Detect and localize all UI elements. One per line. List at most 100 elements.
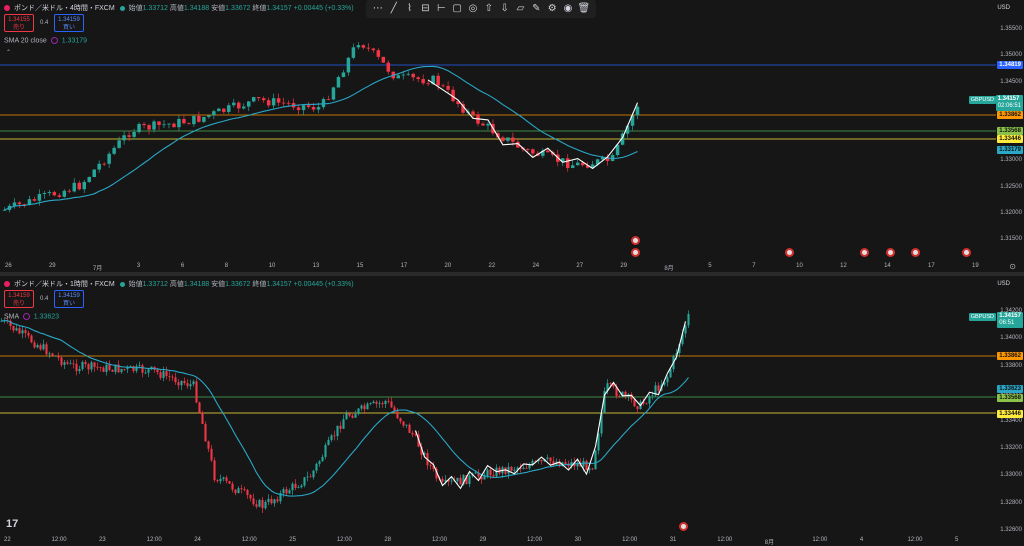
time-tick-label: 12:00 xyxy=(431,537,447,543)
high-label: 高値 xyxy=(169,281,184,288)
price-tick-label: 1.33000 xyxy=(1000,472,1022,479)
low-value: 1.33672 xyxy=(225,281,251,288)
circle-icon[interactable]: ◎ xyxy=(466,0,480,18)
symbol-title[interactable]: ポンド／米ドル・1時間・FXCM xyxy=(14,281,115,288)
candle-body xyxy=(286,102,291,104)
sma-value: 1.33179 xyxy=(61,37,88,45)
symbol-title[interactable]: ポンド／米ドル・4時間・FXCM xyxy=(14,5,115,12)
candle-body xyxy=(261,499,264,509)
price-tick-label: 1.35000 xyxy=(1000,52,1022,59)
chart-settings-icon[interactable]: ⊙ xyxy=(1009,262,1016,271)
time-tick-label: 12:00 xyxy=(336,537,352,543)
candle-body xyxy=(234,489,237,494)
chart-pane-1h[interactable]: ポンド／米ドル・1時間・FXCM 始値1.33712 高値1.34188 安値1… xyxy=(0,276,1024,546)
candle-body xyxy=(366,403,369,410)
candle-body xyxy=(42,193,47,195)
candle-body xyxy=(526,149,530,150)
candlestick-chart-4h[interactable] xyxy=(0,0,1024,272)
candle-body xyxy=(333,435,336,437)
candlestick-chart-1h[interactable] xyxy=(0,276,1024,546)
time-axis-4h[interactable]: 26 29 7月 3 6 8 10 13 15 17 20 22 24 27 29 8月 5 7 10 12 14 17 1… xyxy=(0,262,1000,272)
candle-body xyxy=(62,190,67,197)
economic-event-icon[interactable] xyxy=(785,248,794,257)
horizontal-ray-icon[interactable]: ⊢ xyxy=(434,0,448,18)
settings-icon[interactable]: ⚙ xyxy=(545,0,559,18)
time-tick-label: 23 xyxy=(99,537,106,543)
candle-body xyxy=(510,466,513,471)
sma-legend[interactable]: SMA 1.33623 xyxy=(4,313,59,320)
price-tick-label: 1.33400 xyxy=(1000,417,1022,424)
economic-event-icon[interactable] xyxy=(679,522,688,531)
economic-event-icon[interactable] xyxy=(631,236,640,245)
brush-icon[interactable]: ✎ xyxy=(529,0,543,18)
candle-body xyxy=(112,147,116,154)
bar-countdown: 06:51 xyxy=(999,320,1015,326)
orange-line-tag: 1.33862 xyxy=(997,352,1023,360)
candle-body xyxy=(237,102,241,109)
candle-body xyxy=(228,481,231,484)
sell-button[interactable]: 1.34155 売り xyxy=(4,14,34,32)
candle-body xyxy=(396,411,399,419)
time-tick-label: 12:00 xyxy=(51,537,67,543)
sell-button[interactable]: 1.34159 売り xyxy=(4,290,34,308)
collapse-chevron-icon[interactable]: ⌃ xyxy=(6,49,11,56)
candle-body xyxy=(381,56,386,63)
candle-body xyxy=(182,118,186,124)
candle-body xyxy=(357,408,360,414)
candle-body xyxy=(156,369,159,373)
time-axis-1h[interactable]: 22 12:00 23 12:00 24 12:00 25 12:00 28 12:00 29 12:… xyxy=(0,536,1000,546)
candle-body xyxy=(204,424,207,442)
sma-legend[interactable]: SMA 20 close 1.33179 xyxy=(4,37,87,44)
callout-icon[interactable]: ▱ xyxy=(514,0,528,18)
time-tick-label: 7月 xyxy=(92,266,103,272)
candle-body xyxy=(369,403,372,404)
path-icon[interactable]: ⌇ xyxy=(403,0,417,18)
time-tick-label: 5 xyxy=(708,263,712,269)
trend-line-icon[interactable]: ╱ xyxy=(387,0,401,18)
candle-body xyxy=(540,459,543,462)
candle-body xyxy=(406,73,410,75)
indicator-settings-icon[interactable] xyxy=(22,313,30,320)
economic-event-icon[interactable] xyxy=(962,248,971,257)
arrow-up-icon[interactable]: ⇧ xyxy=(482,0,496,18)
candle-body xyxy=(489,469,492,476)
arrow-down-icon[interactable]: ⇩ xyxy=(498,0,512,18)
time-tick-label: 19 xyxy=(972,263,979,269)
yellow-line-tag: 1.33446 xyxy=(997,135,1023,143)
open-label: 始値 xyxy=(128,5,143,12)
candle-body xyxy=(501,137,505,141)
indicator-settings-icon[interactable] xyxy=(50,37,58,44)
tradingview-logo-icon[interactable]: 17 xyxy=(6,518,18,530)
rectangle-icon[interactable]: ⊟ xyxy=(418,0,432,18)
candle-body xyxy=(270,498,273,504)
time-tick-label: 10 xyxy=(268,263,276,269)
open-label: 始値 xyxy=(128,281,143,288)
buy-button[interactable]: 1.34159 買い xyxy=(54,14,84,32)
candle-body xyxy=(297,487,300,489)
candle-body xyxy=(107,153,111,164)
time-tick-label: 8 xyxy=(224,263,229,269)
economic-event-icon[interactable] xyxy=(911,248,920,257)
trash-icon[interactable]: 🗑 xyxy=(577,0,591,18)
economic-event-icon[interactable] xyxy=(631,248,640,257)
economic-event-icon[interactable] xyxy=(886,248,895,257)
time-tick-label: 12:00 xyxy=(622,537,638,543)
current-price: 1.34157 xyxy=(999,313,1021,319)
sell-price: 1.34155 xyxy=(8,17,30,23)
time-tick-label: 6 xyxy=(180,263,185,269)
horizontal-line-icon[interactable]: ⋯ xyxy=(371,0,385,18)
candle-body xyxy=(351,47,356,58)
candle-body xyxy=(12,202,17,206)
candle-body xyxy=(381,403,384,405)
buy-button[interactable]: 1.34159 買い xyxy=(54,290,84,308)
price-tick-label: 1.34000 xyxy=(1000,335,1022,342)
economic-event-icon[interactable] xyxy=(860,248,869,257)
visibility-icon[interactable]: ◉ xyxy=(561,0,575,18)
candle-body xyxy=(506,137,510,141)
symbol-price-tag: GBPUSD xyxy=(968,313,996,321)
candle-body xyxy=(92,169,96,178)
candle-body xyxy=(75,363,78,372)
chart-pane-4h[interactable]: ポンド／米ドル・4時間・FXCM 始値1.33712 高値1.34188 安値1… xyxy=(0,0,1024,272)
rectangle-alt-icon[interactable]: ▢ xyxy=(450,0,464,18)
candle-body xyxy=(195,381,198,403)
